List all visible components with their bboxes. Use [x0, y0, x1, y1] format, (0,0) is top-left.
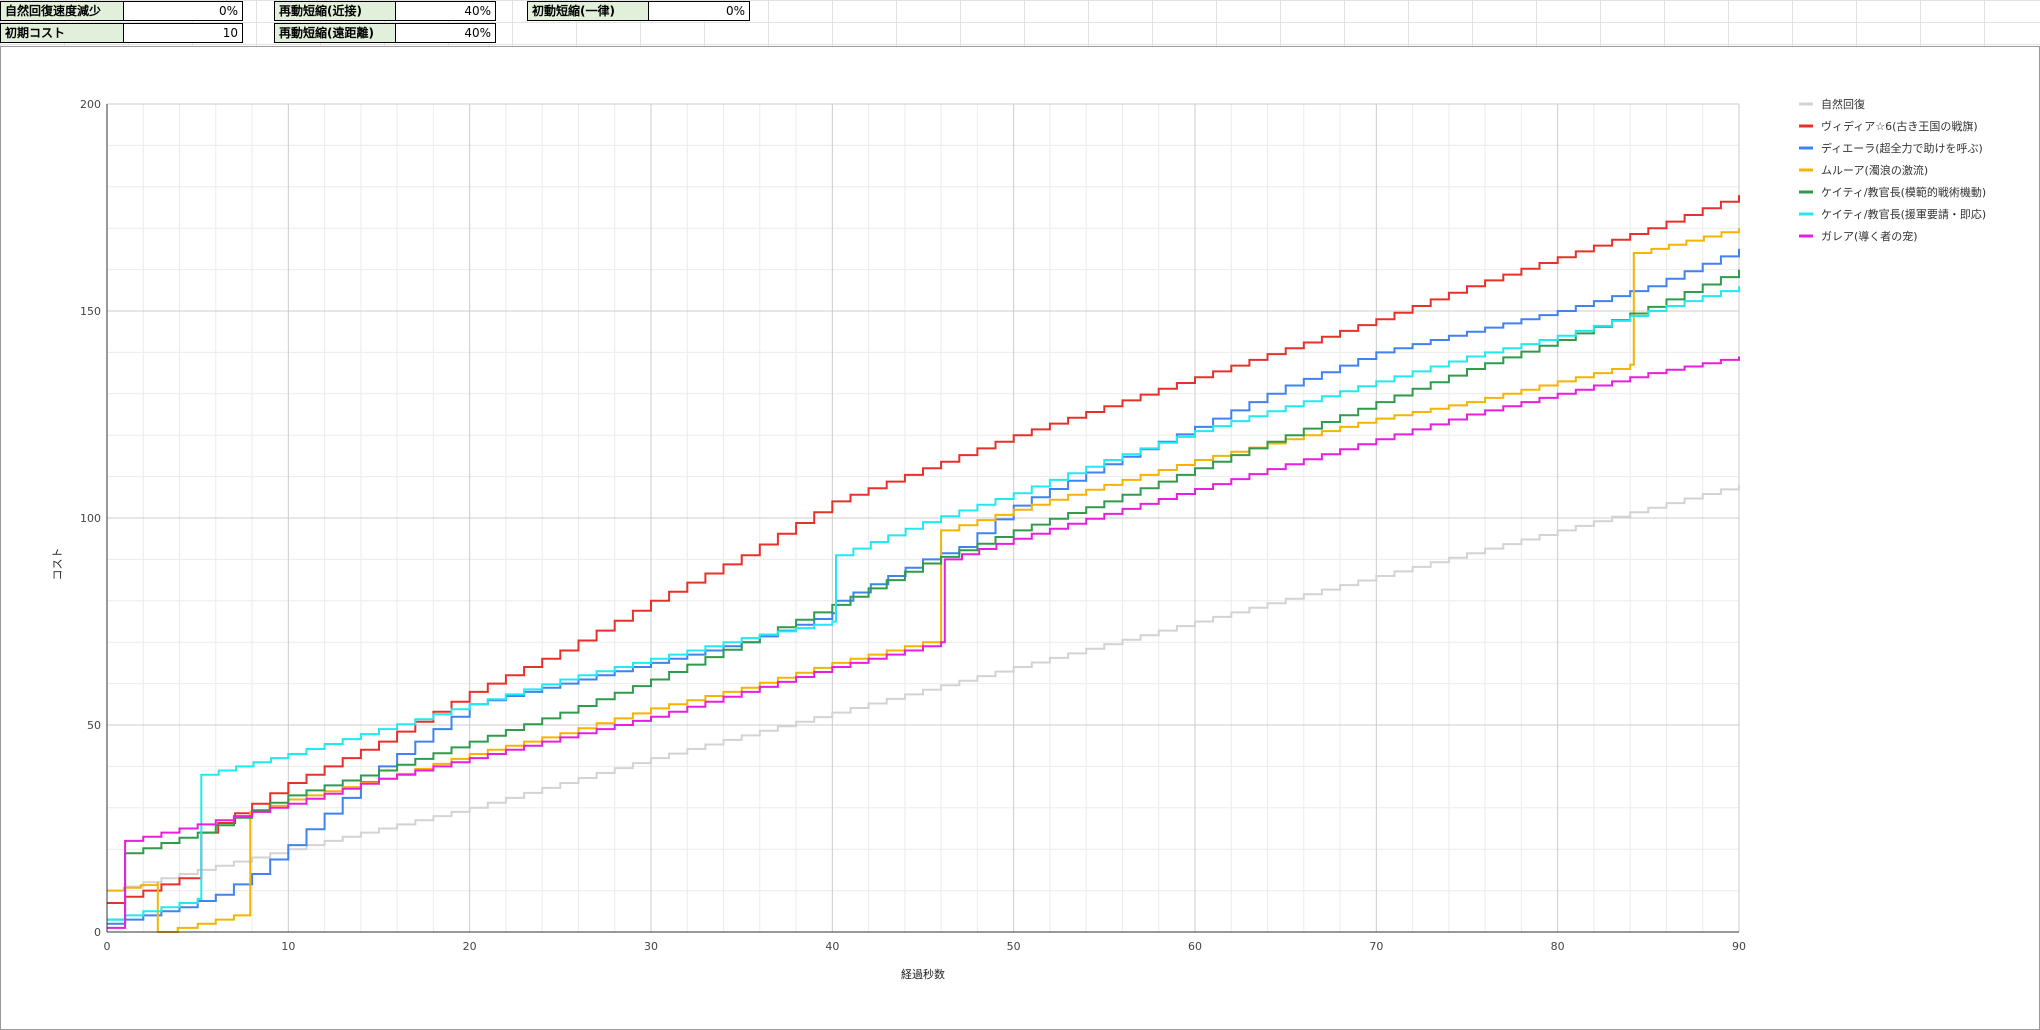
x-tick-label: 0: [104, 940, 111, 953]
y-tick-label: 200: [80, 98, 101, 111]
legend-label-3: ムルーア(濁浪の激流): [1821, 163, 1928, 177]
setting-label-reactivation-melee[interactable]: 再動短縮(近接): [274, 1, 396, 21]
legend-label-1: ヴィディア☆6(古き王国の戦旗): [1821, 119, 1978, 133]
x-tick-label: 50: [1007, 940, 1021, 953]
setting-value-reactivation-ranged[interactable]: 40%: [395, 23, 496, 43]
legend-label-2: ディエーラ(超全力で助けを呼ぶ): [1821, 141, 1983, 155]
y-tick-label: 50: [87, 719, 101, 732]
x-axis-title: 経過秒数: [901, 967, 945, 981]
legend-label-6: ガレア(導く者の宠): [1821, 229, 1918, 243]
ticks: 0 10 20 30 40 50 60 70 80 90 0 50 100 150 200: [80, 98, 1746, 953]
x-tick-label: 80: [1551, 940, 1565, 953]
setting-label-reactivation-ranged[interactable]: 再動短縮(遠距離): [274, 23, 396, 43]
legend-label-5: ケイティ/教官長(援軍要請・即応): [1821, 207, 1986, 221]
setting-label-natural-recovery[interactable]: 自然回復速度減少: [0, 1, 124, 21]
x-tick-label: 60: [1188, 940, 1202, 953]
x-tick-label: 70: [1369, 940, 1383, 953]
x-tick-label: 10: [281, 940, 295, 953]
y-tick-label: 100: [80, 512, 101, 525]
x-tick-label: 30: [644, 940, 658, 953]
series-line-2: [107, 248, 1740, 925]
x-tick-label: 40: [825, 940, 839, 953]
setting-value-initial-cost[interactable]: 10: [123, 23, 243, 43]
series-line-4: [107, 269, 1740, 921]
series-line-5: [107, 286, 1740, 921]
series-layer: [107, 195, 1740, 933]
y-axis-title: コスト: [51, 548, 64, 581]
setting-label-initial-cost[interactable]: 初期コスト: [0, 23, 124, 43]
setting-value-reactivation-melee[interactable]: 40%: [395, 1, 496, 21]
x-tick-label: 20: [463, 940, 477, 953]
legend-label-4: ケイティ/教官長(模範的戦術機動): [1821, 185, 1986, 199]
setting-value-initial-uniform[interactable]: 0%: [648, 1, 750, 21]
x-tick-label: 90: [1732, 940, 1746, 953]
series-line-0: [107, 484, 1740, 892]
setting-label-initial-uniform[interactable]: 初動短縮(一律): [527, 1, 649, 21]
cost-chart: 0 10 20 30 40 50 60 70 80 90 0 50 100 150 200 経過秒数 コスト…: [51, 97, 1986, 981]
chart-frame[interactable]: 0 10 20 30 40 50 60 70 80 90 0 50 100 150 200 経過秒数 コスト…: [0, 46, 2040, 1030]
y-tick-label: 150: [80, 305, 101, 318]
setting-value-natural-recovery[interactable]: 0%: [123, 1, 243, 21]
legend-label-0: 自然回復: [1821, 97, 1865, 111]
legend: 自然回復ヴィディア☆6(古き王国の戦旗) ディエーラ(超全力で助けを呼ぶ) ムルーア…: [1799, 97, 1986, 243]
y-tick-label: 0: [94, 926, 101, 939]
series-line-3: [107, 228, 1740, 933]
